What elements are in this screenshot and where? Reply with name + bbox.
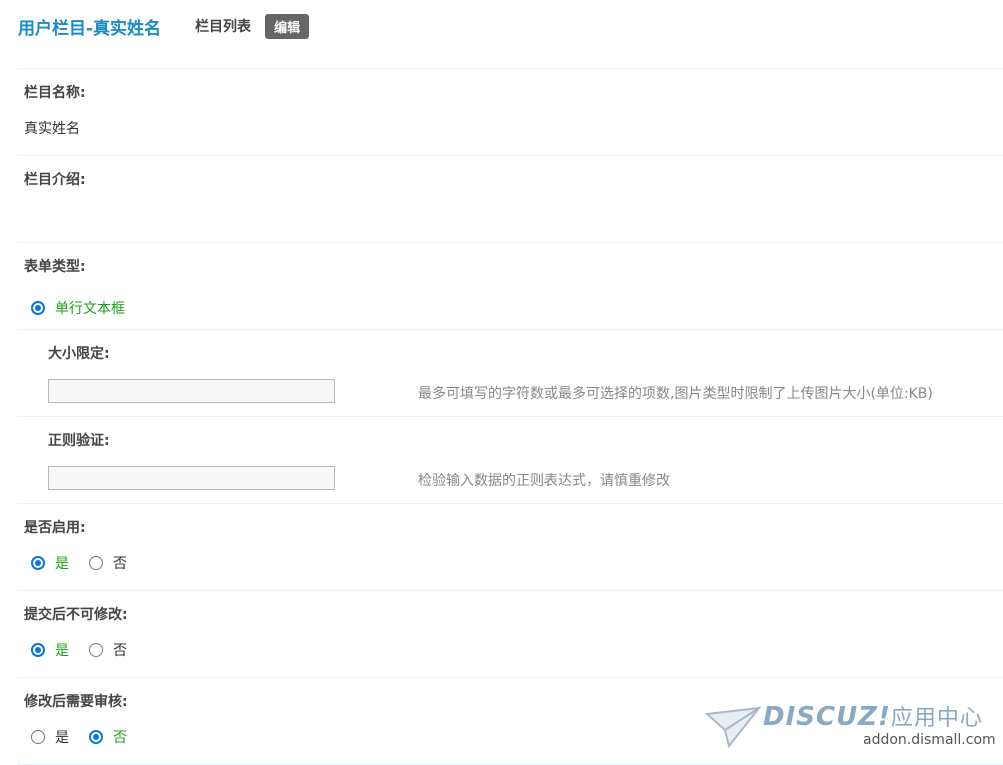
watermark-url: addon.dismall.com xyxy=(863,732,996,748)
divider xyxy=(17,155,1003,156)
watermark: DISCUZ!应用中心 addon.dismall.com xyxy=(705,700,996,755)
enabled-no-radio[interactable]: 否 xyxy=(89,553,127,573)
divider xyxy=(17,329,1003,330)
divider xyxy=(17,68,1003,69)
locked-label: 提交后不可修改: xyxy=(24,607,128,623)
page-title: 用户栏目-真实姓名 xyxy=(18,18,162,39)
size-limit-tip: 最多可填写的字符数或最多可选择的项数,图片类型时限制了上传图片大小(单位:KB) xyxy=(418,386,933,402)
tab-edit[interactable]: 编辑 xyxy=(265,13,310,39)
tab-column-list[interactable]: 栏目列表 xyxy=(195,16,251,36)
radio-selected-icon[interactable] xyxy=(89,730,103,744)
paper-plane-icon xyxy=(705,706,761,748)
review-no-radio[interactable]: 否 xyxy=(89,727,127,747)
divider xyxy=(17,503,1003,504)
divider xyxy=(17,677,1003,678)
radio-unselected-icon[interactable] xyxy=(89,643,103,657)
radio-unselected-icon[interactable] xyxy=(89,556,103,570)
watermark-brand: DISCUZ! xyxy=(763,702,891,732)
regex-input[interactable] xyxy=(48,466,335,490)
locked-yes-label: 是 xyxy=(55,643,69,659)
locked-no-radio[interactable]: 否 xyxy=(89,640,127,660)
form-type-radio[interactable]: 单行文本框 xyxy=(31,298,125,318)
review-label: 修改后需要审核: xyxy=(24,694,128,710)
enabled-no-label: 否 xyxy=(113,556,127,572)
enabled-label: 是否启用: xyxy=(24,520,86,536)
radio-selected-icon[interactable] xyxy=(31,301,45,315)
divider xyxy=(17,590,1003,591)
name-label: 栏目名称: xyxy=(24,85,86,101)
size-limit-label: 大小限定: xyxy=(48,346,110,362)
enabled-yes-radio[interactable]: 是 xyxy=(31,553,69,573)
divider xyxy=(17,416,1003,417)
regex-tip: 检验输入数据的正则表达式，请慎重修改 xyxy=(418,473,670,489)
size-limit-input[interactable] xyxy=(48,379,335,403)
regex-label: 正则验证: xyxy=(48,433,110,449)
form-type-option-label: 单行文本框 xyxy=(55,301,125,317)
review-yes-label: 是 xyxy=(55,730,69,746)
intro-label: 栏目介绍: xyxy=(24,172,86,188)
radio-selected-icon[interactable] xyxy=(31,643,45,657)
radio-unselected-icon[interactable] xyxy=(31,730,45,744)
review-no-label: 否 xyxy=(113,730,127,746)
radio-selected-icon[interactable] xyxy=(31,556,45,570)
discuz-logo: DISCUZ!应用中心 xyxy=(763,700,983,732)
page-header: 用户栏目-真实姓名 栏目列表 编辑 xyxy=(18,12,310,40)
divider xyxy=(17,242,1003,243)
locked-yes-radio[interactable]: 是 xyxy=(31,640,69,660)
review-yes-radio[interactable]: 是 xyxy=(31,727,69,747)
watermark-brand-cn: 应用中心 xyxy=(890,706,983,731)
enabled-yes-label: 是 xyxy=(55,556,69,572)
name-value: 真实姓名 xyxy=(24,121,80,137)
locked-no-label: 否 xyxy=(113,643,127,659)
form-type-label: 表单类型: xyxy=(24,259,86,275)
